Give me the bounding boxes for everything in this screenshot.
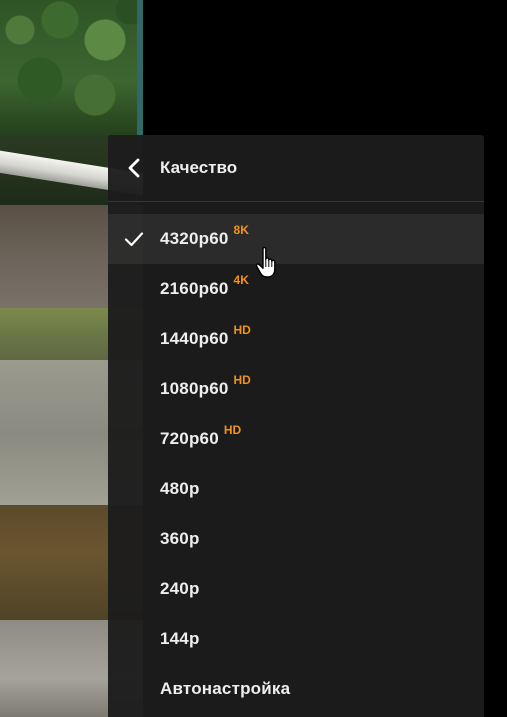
quality-menu: Качество 4320p60 8K 2160p60 4K 1440p60 H… (108, 135, 484, 717)
quality-option-label: 480p (160, 479, 200, 498)
quality-option-label: 360p (160, 529, 200, 548)
quality-menu-header[interactable]: Качество (108, 135, 484, 202)
check-placeholder (108, 614, 160, 664)
check-placeholder (108, 664, 160, 714)
quality-option-label: 144p (160, 629, 200, 648)
check-placeholder (108, 314, 160, 364)
quality-badge: 8K (233, 223, 249, 237)
quality-option-1080p60[interactable]: 1080p60 HD (108, 364, 484, 414)
quality-option-auto[interactable]: Автонастройка (108, 664, 484, 714)
video-foliage (0, 0, 143, 135)
quality-badge: HD (233, 373, 251, 387)
check-placeholder (108, 564, 160, 614)
check-placeholder (108, 264, 160, 314)
quality-option-label: Автонастройка (160, 679, 291, 698)
quality-option-1440p60[interactable]: 1440p60 HD (108, 314, 484, 364)
check-placeholder (108, 364, 160, 414)
check-placeholder (108, 414, 160, 464)
quality-option-label: 2160p60 (160, 279, 229, 298)
quality-option-label: 4320p60 (160, 229, 229, 248)
quality-option-label: 720p60 (160, 429, 219, 448)
check-placeholder (108, 464, 160, 514)
quality-badge: 4K (233, 273, 249, 287)
check-placeholder (108, 514, 160, 564)
quality-menu-title: Качество (160, 158, 238, 177)
back-button[interactable] (108, 135, 160, 201)
quality-badge: HD (223, 423, 242, 437)
quality-option-2160p60[interactable]: 2160p60 4K (108, 264, 484, 314)
chevron-left-icon (128, 158, 140, 178)
quality-badge: HD (233, 323, 251, 337)
quality-option-240p[interactable]: 240p (108, 564, 484, 614)
quality-option-label: 240p (160, 579, 200, 598)
quality-option-720p60[interactable]: 720p60 HD (108, 414, 484, 464)
quality-option-label: 1440p60 (160, 329, 229, 348)
quality-option-label: 1080p60 (160, 379, 229, 398)
video-edge (137, 0, 143, 150)
quality-options-list: 4320p60 8K 2160p60 4K 1440p60 HD 1080p60… (108, 202, 484, 714)
quality-option-144p[interactable]: 144p (108, 614, 484, 664)
quality-option-480p[interactable]: 480p (108, 464, 484, 514)
quality-option-360p[interactable]: 360p (108, 514, 484, 564)
check-icon (108, 214, 160, 264)
quality-option-4320p60[interactable]: 4320p60 8K (108, 214, 484, 264)
